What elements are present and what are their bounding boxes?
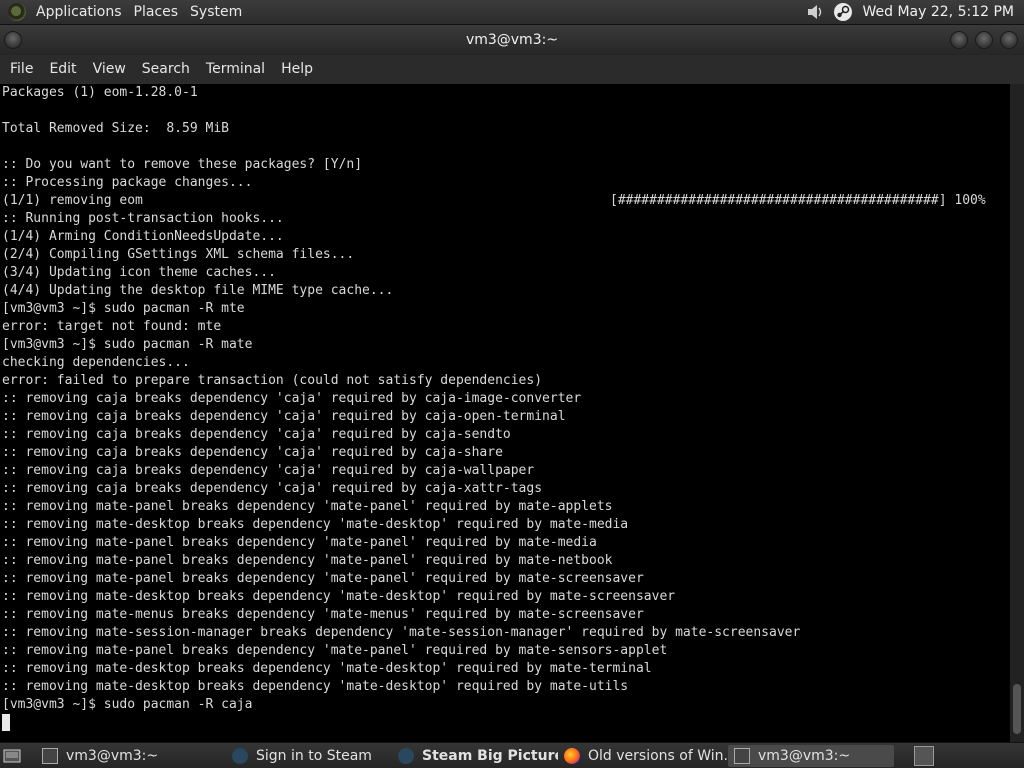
terminal-line: :: removing mate-session-manager breaks …	[2, 625, 801, 640]
taskbar-item-label: Old versions of Win...	[588, 747, 728, 764]
terminal-line: :: removing caja breaks dependency 'caja…	[2, 409, 566, 424]
terminal-icon	[734, 747, 750, 764]
show-desktop-icon[interactable]	[2, 746, 22, 766]
system-tray: Wed May 22, 5:12 PM	[801, 0, 1024, 25]
terminal-line: :: removing caja breaks dependency 'caja…	[2, 391, 582, 406]
terminal-line: [vm3@vm3 ~]$ sudo pacman -R caja	[2, 697, 253, 712]
menu-edit[interactable]: Edit	[41, 55, 84, 84]
menubar: File Edit View Search Terminal Help	[0, 55, 1024, 84]
top-panel: Applications Places System Wed May 22, 5…	[0, 0, 1024, 25]
menu-view[interactable]: View	[85, 55, 134, 84]
applications-menu[interactable]: Applications	[30, 0, 128, 25]
taskbar-item-label: vm3@vm3:~	[758, 747, 851, 764]
places-menu[interactable]: Places	[128, 0, 185, 25]
menu-search[interactable]: Search	[134, 55, 198, 84]
terminal-line: :: removing mate-panel breaks dependency…	[2, 553, 613, 568]
minimize-button[interactable]	[950, 31, 968, 49]
window-titlebar[interactable]: vm3@vm3:~	[0, 25, 1024, 55]
terminal-cursor-line	[0, 714, 1010, 732]
menu-help[interactable]: Help	[273, 55, 321, 84]
taskbar-item-steam-big-picture[interactable]: Steam Big Picture ...	[392, 745, 558, 767]
menu-file[interactable]: File	[2, 55, 41, 84]
terminal-line: :: removing mate-panel breaks dependency…	[2, 499, 613, 514]
terminal-line: (3/4) Updating icon theme caches...	[2, 265, 276, 280]
taskbar-item-label: vm3@vm3:~	[66, 747, 159, 764]
taskbar-item-label: Steam Big Picture ...	[422, 747, 558, 764]
clock[interactable]: Wed May 22, 5:12 PM	[857, 4, 1024, 20]
terminal-line: :: Running post-transaction hooks...	[2, 211, 284, 226]
terminal-line: :: removing mate-panel breaks dependency…	[2, 571, 644, 586]
terminal-line: (4/4) Updating the desktop file MIME typ…	[2, 283, 394, 298]
terminal-line: :: removing mate-desktop breaks dependen…	[2, 517, 629, 532]
terminal-line: :: removing caja breaks dependency 'caja…	[2, 445, 503, 460]
terminal-line-text: (1/1) removing eom	[2, 193, 143, 208]
distro-logo-icon[interactable]	[8, 3, 26, 21]
terminal-line: [vm3@vm3 ~]$ sudo pacman -R mate	[2, 337, 253, 352]
bottom-panel: vm3@vm3:~ Sign in to Steam Steam Big Pic…	[0, 742, 1024, 768]
text-cursor	[2, 714, 10, 731]
terminal-line: error: target not found: mte	[2, 319, 222, 334]
menu-terminal[interactable]: Terminal	[198, 55, 273, 84]
taskbar-item-steam-signin[interactable]: Sign in to Steam	[226, 745, 392, 767]
volume-icon[interactable]	[805, 2, 825, 22]
workspace-switcher-icon[interactable]	[914, 745, 934, 766]
terminal-line: Total Removed Size: 8.59 MiB	[2, 121, 229, 136]
taskbar-item-label: Sign in to Steam	[256, 747, 372, 764]
terminal-line: [vm3@vm3 ~]$ sudo pacman -R mte	[2, 301, 245, 316]
terminal-line: :: Processing package changes...	[2, 175, 253, 190]
terminal-output[interactable]: Packages (1) eom-1.28.0-1 Total Removed …	[0, 84, 1010, 742]
terminal-line: :: removing caja breaks dependency 'caja…	[2, 481, 543, 496]
terminal-scrollbar[interactable]	[1010, 84, 1024, 742]
terminal-icon	[42, 747, 58, 764]
terminal-line: (2/4) Compiling GSettings XML schema fil…	[2, 247, 355, 262]
terminal-line: (1/4) Arming ConditionNeedsUpdate...	[2, 229, 284, 244]
terminal-line: :: removing mate-desktop breaks dependen…	[2, 661, 652, 676]
taskbar-item-terminal-active[interactable]: vm3@vm3:~	[728, 744, 894, 767]
steam-icon[interactable]	[833, 2, 853, 22]
terminal-line: :: Do you want to remove these packages?…	[2, 157, 363, 172]
firefox-icon	[564, 747, 580, 764]
terminal-line: Packages (1) eom-1.28.0-1	[2, 85, 198, 100]
terminal-line: checking dependencies...	[2, 355, 190, 370]
scrollbar-thumb[interactable]	[1013, 684, 1021, 734]
terminal-line: :: removing mate-desktop breaks dependen…	[2, 589, 676, 604]
maximize-button[interactable]	[975, 31, 993, 49]
taskbar-item-firefox[interactable]: Old versions of Win...	[558, 745, 728, 767]
terminal-line: :: removing mate-menus breaks dependency…	[2, 607, 644, 622]
close-button[interactable]	[1000, 31, 1018, 49]
steam-icon	[232, 747, 248, 764]
terminal-line: :: removing caja breaks dependency 'caja…	[2, 427, 511, 442]
steam-icon	[398, 747, 414, 764]
system-menu[interactable]: System	[184, 0, 248, 25]
terminal-line: :: removing mate-panel breaks dependency…	[2, 643, 668, 658]
terminal-line-progress: (1/1) removing eom [#####################…	[0, 192, 1010, 210]
window-title: vm3@vm3:~	[465, 32, 559, 48]
taskbar-item-terminal[interactable]: vm3@vm3:~	[36, 745, 196, 767]
terminal-line: :: removing mate-panel breaks dependency…	[2, 535, 597, 550]
terminal-line: :: removing caja breaks dependency 'caja…	[2, 463, 535, 478]
terminal-line: error: failed to prepare transaction (co…	[2, 373, 543, 388]
window-menu-button[interactable]	[4, 31, 22, 49]
terminal-line: :: removing mate-desktop breaks dependen…	[2, 679, 629, 694]
progress-bar-text: [#######################################…	[610, 193, 986, 208]
